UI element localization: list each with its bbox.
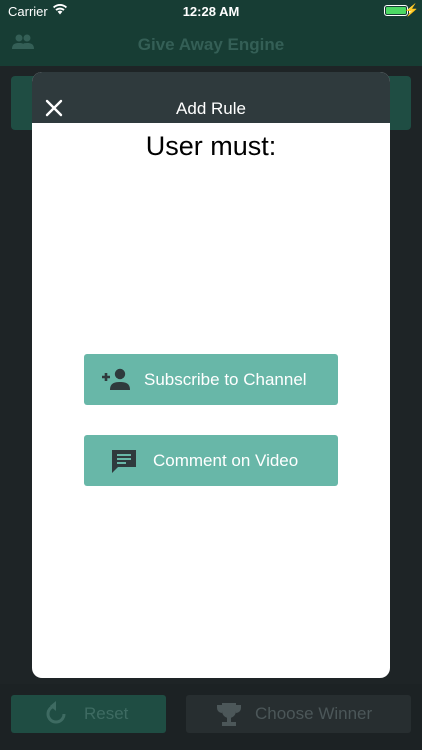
choose-winner-label: Choose Winner [255, 704, 373, 723]
subscribe-to-channel-button[interactable]: Subscribe to Channel [84, 354, 338, 405]
comment-label: Comment on Video [153, 451, 299, 470]
subscribe-label: Subscribe to Channel [144, 370, 307, 389]
trophy-icon [214, 701, 244, 732]
clock: 12:28 AM [182, 4, 240, 19]
modal-title: Add Rule [176, 99, 246, 118]
refresh-icon [44, 701, 68, 732]
reset-button[interactable]: Reset [11, 695, 166, 733]
reset-label: Reset [84, 704, 129, 723]
choose-winner-button[interactable]: Choose Winner [186, 695, 411, 733]
comment-on-video-button[interactable]: Comment on Video [84, 435, 338, 486]
person-add-icon [100, 368, 132, 395]
modal-heading: User must: [145, 131, 277, 161]
modal-header: Add Rule [32, 72, 390, 123]
add-rule-modal: Add Rule User must: Subscribe to Channel… [32, 72, 390, 678]
comment-icon [110, 448, 138, 479]
charging-icon: ⚡ [404, 3, 419, 17]
navbar: Give Away Engine [0, 22, 422, 66]
app-title: Give Away Engine [137, 35, 285, 54]
status-bar: Carrier 12:28 AM ⚡ [0, 0, 422, 22]
